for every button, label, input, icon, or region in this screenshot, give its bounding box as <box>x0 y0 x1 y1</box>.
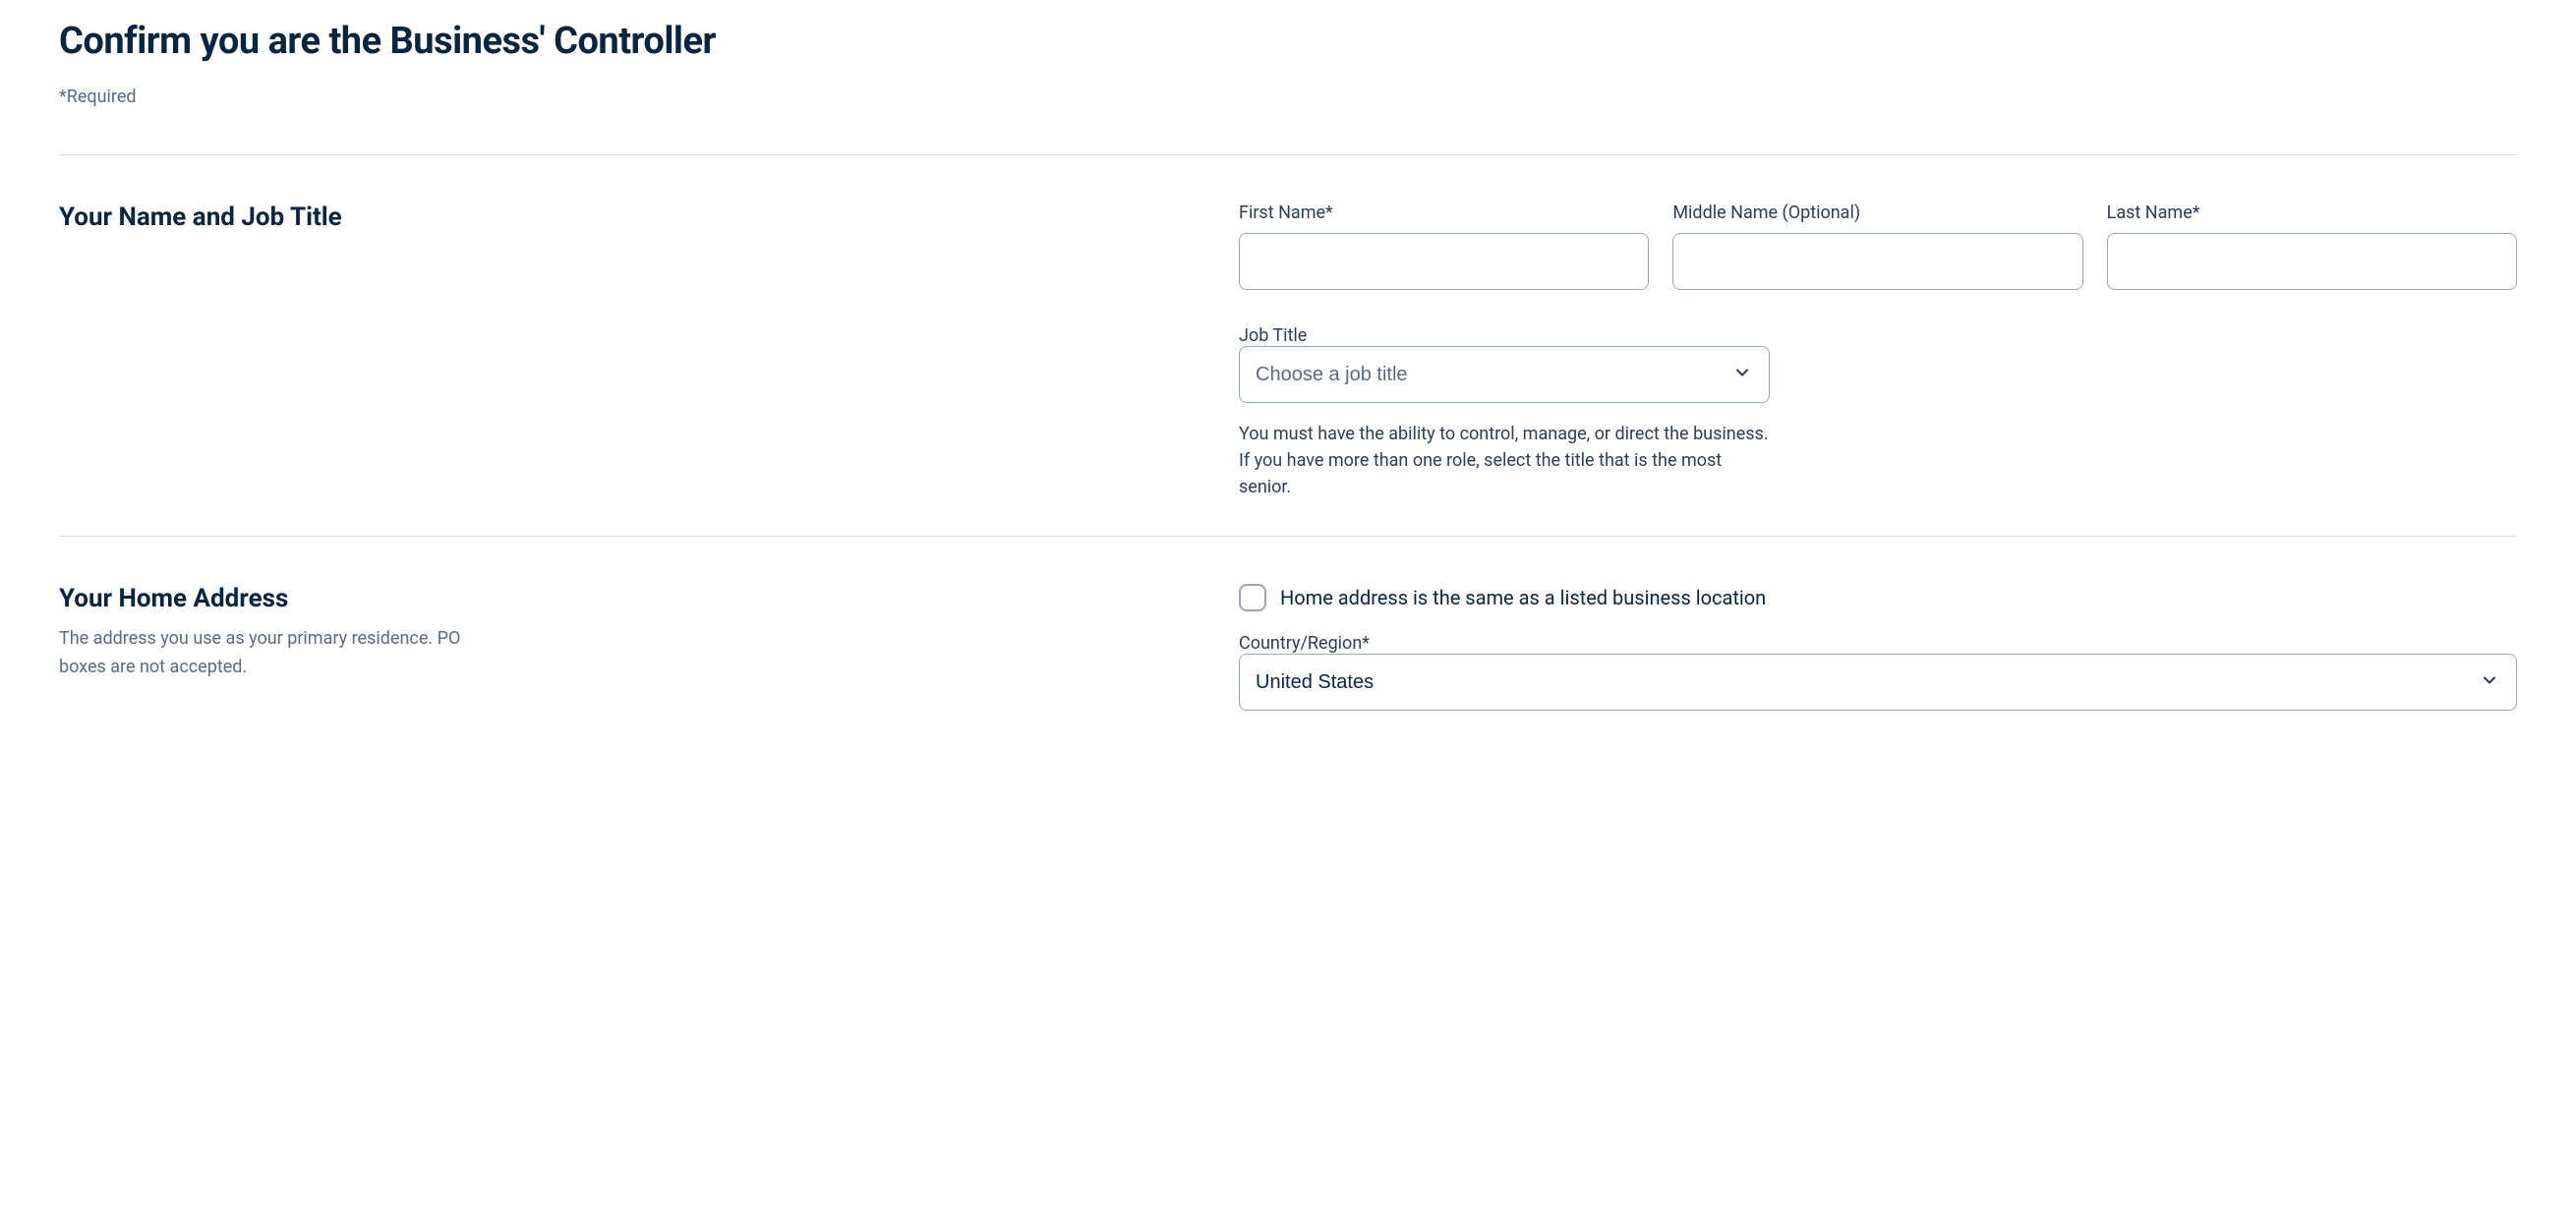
country-block: Country/Region* United States <box>1239 633 2517 711</box>
first-name-label: First Name* <box>1239 202 1649 223</box>
name-section-heading: Your Name and Job Title <box>59 202 1200 232</box>
job-title-block: Job Title Choose a job title You must ha… <box>1239 325 1770 500</box>
address-section-right: Home address is the same as a listed bus… <box>1239 584 2517 711</box>
country-select-wrapper: United States <box>1239 654 2517 711</box>
middle-name-input[interactable] <box>1672 233 2082 290</box>
name-section: Your Name and Job Title First Name* Midd… <box>59 155 2517 536</box>
first-name-group: First Name* <box>1239 202 1649 290</box>
address-section-left: Your Home Address The address you use as… <box>59 584 1239 711</box>
same-address-row: Home address is the same as a listed bus… <box>1239 584 2517 611</box>
page-title: Confirm you are the Business' Controller <box>59 20 2517 63</box>
country-label: Country/Region* <box>1239 633 1370 654</box>
job-title-select-wrapper: Choose a job title <box>1239 346 1770 403</box>
name-row: First Name* Middle Name (Optional) Last … <box>1239 202 2517 290</box>
job-title-placeholder-text: Choose a job title <box>1256 364 1408 386</box>
address-section-heading: Your Home Address <box>59 584 1200 613</box>
address-section: Your Home Address The address you use as… <box>59 537 2517 746</box>
middle-name-label: Middle Name (Optional) <box>1672 202 2082 223</box>
job-title-select[interactable]: Choose a job title <box>1239 346 1770 403</box>
last-name-input[interactable] <box>2107 233 2517 290</box>
middle-name-group: Middle Name (Optional) <box>1672 202 2082 290</box>
country-select[interactable]: United States <box>1239 654 2517 711</box>
last-name-group: Last Name* <box>2107 202 2517 290</box>
country-value-text: United States <box>1256 671 1374 694</box>
same-address-checkbox[interactable] <box>1239 584 1266 611</box>
job-title-label: Job Title <box>1239 325 1307 346</box>
name-section-right: First Name* Middle Name (Optional) Last … <box>1239 202 2517 500</box>
last-name-label: Last Name* <box>2107 202 2517 223</box>
address-section-description: The address you use as your primary resi… <box>59 625 492 682</box>
required-note: *Required <box>59 86 2517 107</box>
job-title-helper: You must have the ability to control, ma… <box>1239 421 1770 500</box>
same-address-label: Home address is the same as a listed bus… <box>1280 586 1766 609</box>
name-section-left: Your Name and Job Title <box>59 202 1239 500</box>
first-name-input[interactable] <box>1239 233 1649 290</box>
